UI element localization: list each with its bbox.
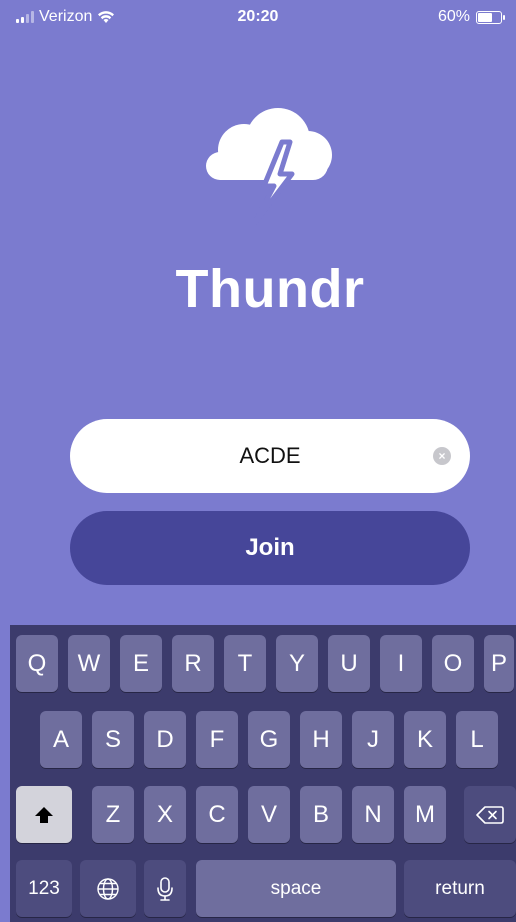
status-bar: Verizon 20:20 60% [0, 0, 516, 40]
key-j[interactable]: J [352, 711, 394, 768]
key-a[interactable]: A [40, 711, 82, 768]
key-s[interactable]: S [92, 711, 134, 768]
key-d[interactable]: D [144, 711, 186, 768]
join-button[interactable]: Join [70, 511, 470, 585]
globe-icon [97, 877, 119, 900]
key-g[interactable]: G [248, 711, 290, 768]
return-key[interactable]: return [404, 860, 516, 917]
key-n[interactable]: N [352, 786, 394, 843]
key-c[interactable]: C [196, 786, 238, 843]
key-u[interactable]: U [328, 635, 370, 692]
backspace-key[interactable] [464, 786, 516, 843]
app-title: Thundr [175, 259, 365, 319]
key-h[interactable]: H [300, 711, 342, 768]
key-e[interactable]: E [120, 635, 162, 692]
battery-percent: 60% [437, 8, 470, 25]
space-key[interactable]: space [196, 860, 396, 917]
key-i[interactable]: I [380, 635, 422, 692]
key-q[interactable]: Q [16, 635, 58, 692]
battery-icon [476, 10, 505, 24]
key-k[interactable]: K [404, 711, 446, 768]
keyboard: Q W E R T Y U I O P A S D F G H J K L Z … [10, 625, 516, 922]
microphone-icon [157, 876, 173, 901]
room-code-field[interactable]: × [70, 419, 470, 493]
screen: Verizon 20:20 60% Thundr × Jo [0, 0, 516, 922]
key-x[interactable]: X [144, 786, 186, 843]
battery-level [478, 12, 493, 22]
key-p[interactable]: P [484, 635, 514, 692]
key-r[interactable]: R [172, 635, 214, 692]
shift-key[interactable] [16, 786, 72, 843]
battery-info: 60% [437, 8, 505, 26]
shift-arrow-icon [35, 806, 53, 823]
key-b[interactable]: B [300, 786, 342, 843]
globe-key[interactable] [80, 860, 136, 917]
room-code-input[interactable] [118, 442, 422, 470]
backspace-icon [476, 805, 504, 824]
clear-icon[interactable]: × [433, 447, 451, 465]
numbers-key[interactable]: 123 [16, 860, 72, 917]
key-z[interactable]: Z [92, 786, 134, 843]
key-t[interactable]: T [224, 635, 266, 692]
cloud-lightning-icon [206, 108, 332, 225]
key-l[interactable]: L [456, 711, 498, 768]
key-v[interactable]: V [248, 786, 290, 843]
key-m[interactable]: M [404, 786, 446, 843]
key-y[interactable]: Y [276, 635, 318, 692]
microphone-key[interactable] [144, 860, 186, 917]
key-w[interactable]: W [68, 635, 110, 692]
key-o[interactable]: O [432, 635, 474, 692]
key-f[interactable]: F [196, 711, 238, 768]
